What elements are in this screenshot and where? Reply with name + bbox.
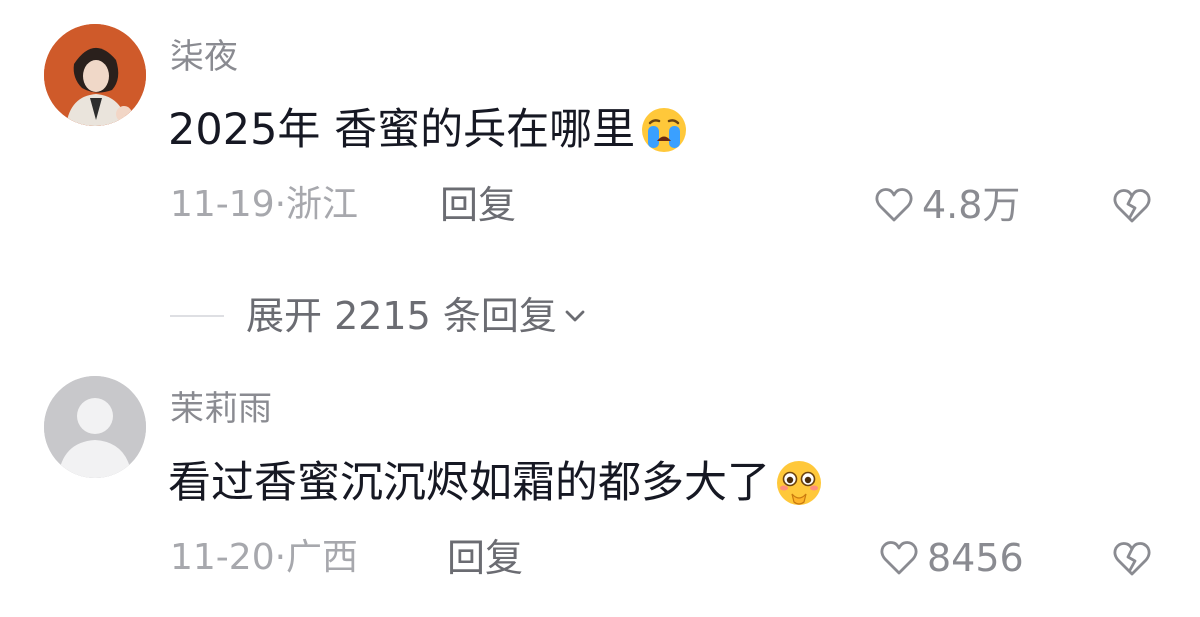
divider-line (170, 315, 224, 317)
comment-text-body: 2025年 香蜜的兵在哪里 (168, 105, 636, 155)
reply-button[interactable]: 回复 (440, 183, 516, 227)
expand-replies-label: 展开 2215 条回复 (246, 294, 557, 338)
like-count: 4.8万 (922, 183, 1021, 227)
like-button[interactable]: 4.8万 (872, 183, 1020, 227)
expand-replies-button[interactable]: 展开 2215 条回复 (170, 292, 589, 340)
username[interactable]: 茉莉雨 (170, 389, 272, 429)
like-button[interactable]: 8456 (877, 536, 1024, 580)
date-location: 11-19·浙江 (170, 184, 359, 225)
avatar-photo-icon (44, 24, 146, 126)
broken-heart-icon (1113, 189, 1151, 223)
dislike-button[interactable] (1110, 184, 1154, 228)
comment-text-body: 看过香蜜沉沉烬如霜的都多大了 (168, 458, 770, 508)
user-avatar[interactable] (44, 24, 146, 126)
reply-button[interactable]: 回复 (447, 536, 523, 580)
crying-face-icon (642, 108, 687, 152)
pleading-face-icon (777, 461, 821, 505)
username[interactable]: 柒夜 (170, 37, 238, 77)
broken-heart-icon (1113, 542, 1151, 576)
dislike-button[interactable] (1110, 537, 1154, 581)
comment-text: 看过香蜜沉沉烬如霜的都多大了 (168, 457, 824, 509)
date-location: 11-20·广西 (170, 537, 359, 578)
chevron-down-icon (565, 310, 585, 322)
heart-icon (875, 188, 913, 222)
like-count: 8456 (927, 536, 1024, 580)
default-avatar-icon (44, 376, 146, 478)
heart-icon (880, 541, 918, 575)
comment-text: 2025年 香蜜的兵在哪里 (168, 104, 689, 156)
user-avatar[interactable] (44, 376, 146, 478)
